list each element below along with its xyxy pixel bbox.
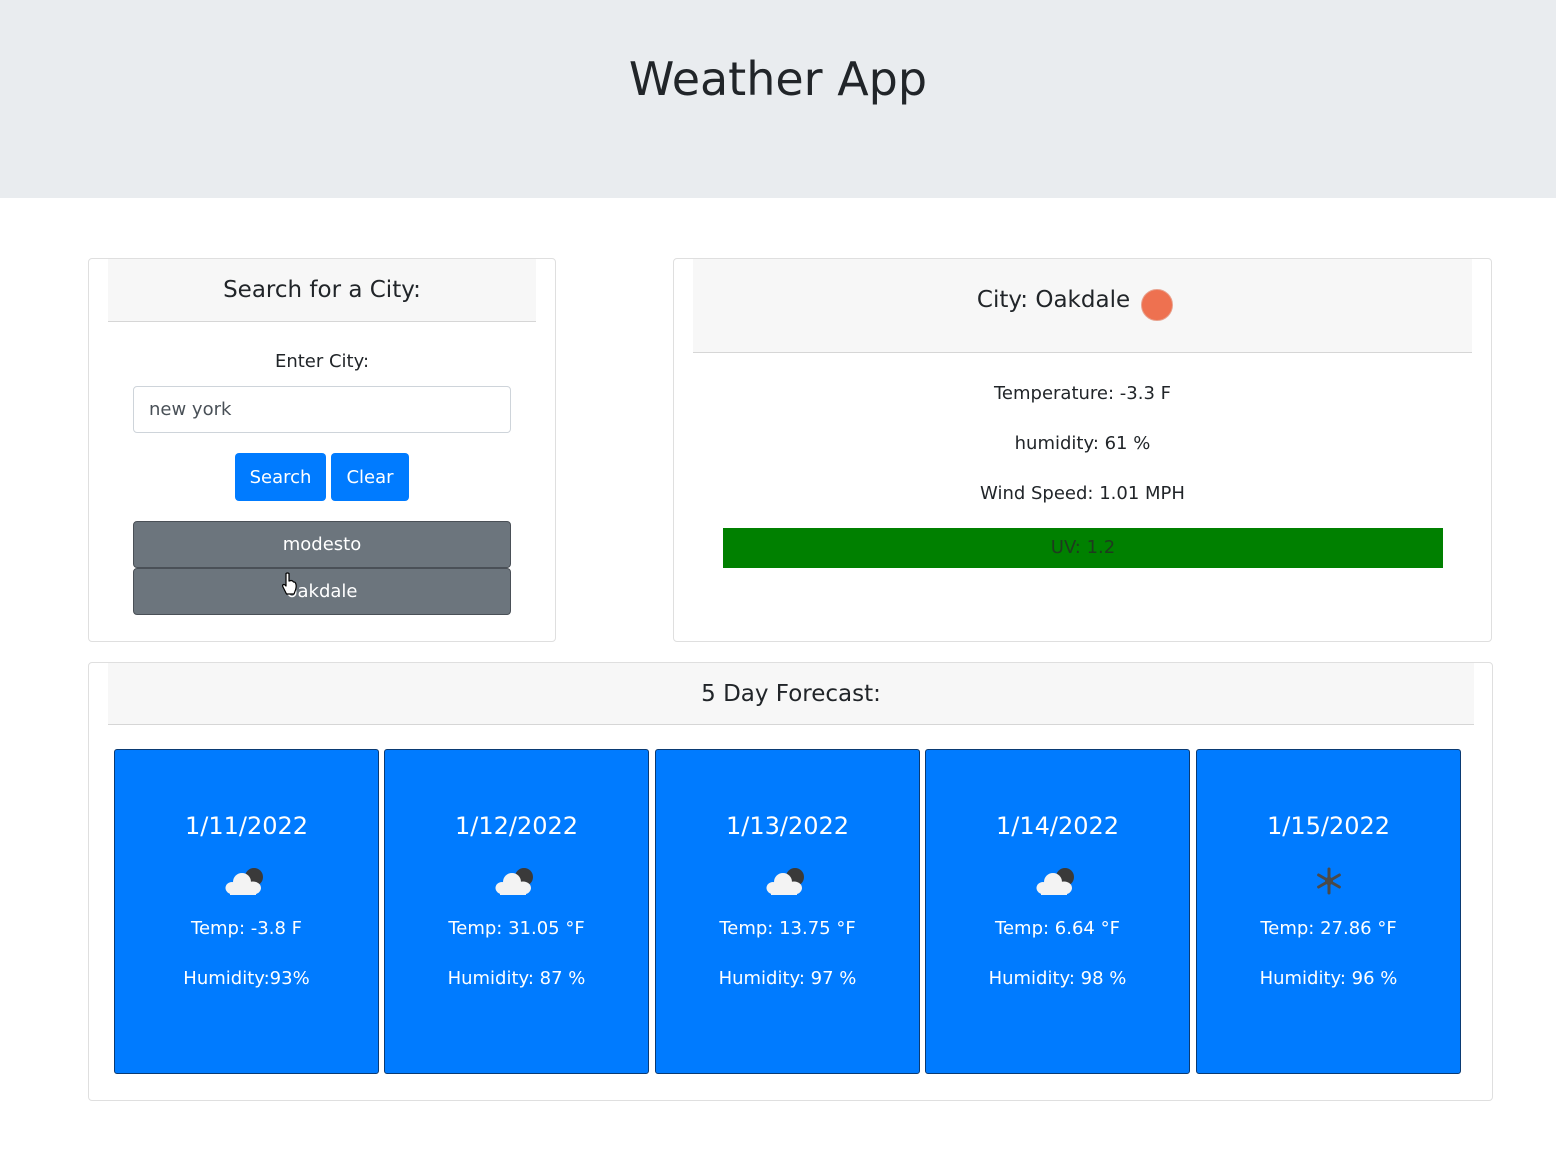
forecast-temp: Temp: 6.64 °F [995,918,1120,939]
cloud-night-icon [495,868,533,895]
current-weather-header: City: Oakdale [693,259,1472,353]
sun-icon [1141,289,1173,321]
forecast-day-card: 1/13/2022 Temp: 13.75 °F Humidity: 97 % [655,749,920,1074]
forecast-humidity: Humidity:93% [183,968,310,989]
forecast-day-card: 1/14/2022 Temp: 6.64 °F Humidity: 98 % [925,749,1190,1074]
forecast-date: 1/14/2022 [995,812,1120,840]
forecast-card: 5 Day Forecast: 1/11/2022 Temp: -3.8 F H… [88,662,1493,1101]
hand-cursor-icon [282,572,297,595]
current-weather-card: City: Oakdale Temperature: -3.3 F humidi… [673,258,1492,642]
city-title: City: Oakdale [976,287,1131,313]
forecast-humidity: Humidity: 97 % [718,968,857,989]
search-button[interactable]: Search [235,453,326,501]
search-title: Search for a City: [223,277,421,303]
forecast-date: 1/11/2022 [184,812,309,840]
forecast-temp: Temp: 27.86 °F [1260,918,1397,939]
current-humidity: humidity: 61 % [1014,433,1151,454]
header-jumbotron: Weather App [0,0,1556,198]
history-button-modesto[interactable]: modesto [133,521,511,568]
forecast-date: 1/13/2022 [725,812,850,840]
search-card-header: Search for a City: [108,259,536,322]
forecast-temp: Temp: 13.75 °F [719,918,856,939]
current-wind-speed: Wind Speed: 1.01 MPH [980,483,1185,504]
history-button-oakdale[interactable]: oakdale [133,568,511,615]
city-input[interactable] [133,386,511,433]
forecast-temp: Temp: 31.05 °F [448,918,585,939]
current-temperature: Temperature: -3.3 F [993,383,1171,404]
snowflake-icon [1317,867,1341,895]
uv-index-text: UV: 1.2 [1050,537,1116,558]
forecast-day-card: 1/15/2022 Temp: 27.86 °F Humidity: 96 % [1196,749,1461,1074]
forecast-day-card: 1/12/2022 Temp: 31.05 °F Humidity: 87 % [384,749,649,1074]
forecast-header: 5 Day Forecast: [108,663,1474,725]
cloud-night-icon [1036,868,1074,895]
forecast-humidity: Humidity: 87 % [447,968,586,989]
uv-index-bar: UV: 1.2 [723,528,1443,568]
forecast-humidity: Humidity: 96 % [1259,968,1398,989]
clear-button[interactable]: Clear [331,453,409,501]
cloud-night-icon [225,868,263,895]
forecast-title: 5 Day Forecast: [701,681,881,707]
forecast-day-card: 1/11/2022 Temp: -3.8 F Humidity:93% [114,749,379,1074]
search-card: Search for a City: Enter City: Search Cl… [88,258,556,642]
forecast-date: 1/12/2022 [454,812,579,840]
forecast-temp: Temp: -3.8 F [191,918,302,939]
app-title: Weather App [628,52,928,106]
enter-city-label: Enter City: [274,351,370,372]
forecast-date: 1/15/2022 [1266,812,1391,840]
cloud-night-icon [766,868,804,895]
forecast-humidity: Humidity: 98 % [988,968,1127,989]
